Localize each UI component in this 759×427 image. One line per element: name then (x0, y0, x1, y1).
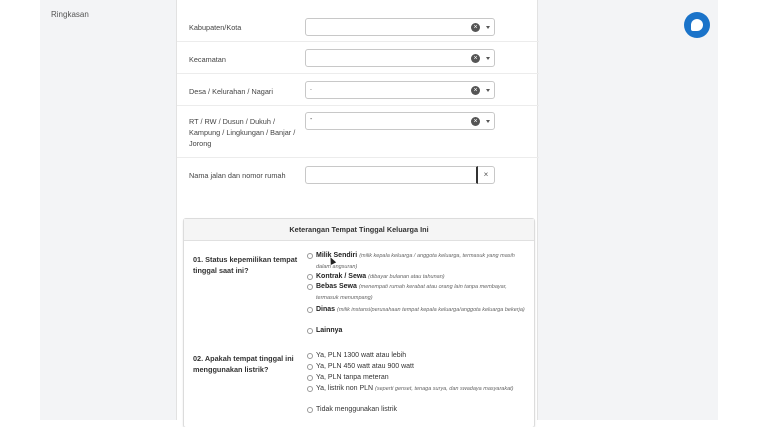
q2-option-note: (seperti genset, tenaga surya, dan swada… (375, 386, 514, 392)
form-row-kecamatan: Kecamatan × (177, 42, 539, 74)
street-clear-button[interactable]: × (478, 166, 495, 184)
q1-option[interactable]: Dinas (milik instansi/perusahaan tempat … (307, 305, 527, 316)
radio-button[interactable] (307, 307, 313, 313)
chat-button[interactable] (684, 12, 710, 38)
radio-button[interactable] (307, 328, 313, 334)
form-row-kabupaten: Kabupaten/Kota × (177, 8, 539, 42)
q1-option[interactable]: Bebas Sewa (menempati rumah kerabat atau… (307, 282, 527, 303)
clear-icon[interactable]: × (471, 117, 480, 126)
street-input[interactable] (305, 166, 478, 184)
q1-option-note: (milik instansi/perusahaan tempat kepala… (337, 307, 525, 313)
kabupaten-label: Kabupaten/Kota (189, 23, 242, 32)
q2-option[interactable]: Ya, PLN 1300 watt atau lebih (307, 351, 527, 361)
q1-option-note: (dibayar bulanan atau tahunan) (368, 274, 445, 280)
q1-option-label: Bebas Sewa (316, 283, 357, 290)
q2-option-label: Ya, PLN 450 watt atau 900 watt (316, 363, 414, 370)
form-row-desa: Desa / Kelurahan / Nagari . × (177, 74, 539, 106)
chevron-down-icon[interactable] (486, 26, 490, 29)
sidebar-item-ringkasan[interactable]: Ringkasan (51, 10, 89, 19)
q1-label: 01. Status kepemilikan tempat tinggal sa… (193, 255, 298, 275)
radio-button[interactable] (307, 284, 313, 290)
q1-option[interactable]: Lainnya (307, 326, 527, 336)
clear-icon[interactable]: × (471, 23, 480, 32)
desa-label: Desa / Kelurahan / Nagari (189, 87, 273, 96)
radio-button[interactable] (307, 386, 313, 392)
kecamatan-label: Kecamatan (189, 55, 226, 64)
q2-option-label: Ya, PLN 1300 watt atau lebih (316, 352, 407, 359)
q1-option-label: Dinas (316, 306, 336, 313)
q1-option-label: Milik Sendiri (316, 252, 358, 259)
rt-rw-value: - (310, 116, 313, 123)
left-margin (0, 0, 40, 427)
q2-option[interactable]: Ya, PLN 450 watt atau 900 watt (307, 362, 527, 372)
kecamatan-select[interactable]: × (305, 49, 495, 67)
app-frame: Ringkasan Kabupaten/Kota × Kecamatan × D… (40, 0, 718, 427)
q1-option-label: Lainnya (316, 327, 343, 334)
street-label: Nama jalan dan nomor rumah (189, 171, 286, 180)
q2-option[interactable]: Ya, listrik non PLN (seperti genset, ten… (307, 384, 527, 395)
form-row-rt-rw: RT / RW / Dusun / Dukuh / Kampung / Ling… (177, 106, 539, 158)
rt-rw-select[interactable]: - × (305, 112, 495, 130)
radio-button[interactable] (307, 407, 313, 413)
q2-option-label: Ya, listrik non PLN (316, 385, 374, 392)
q1-option-label: Kontrak / Sewa (316, 273, 367, 280)
q2-option-label: Ya, PLN tanpa meteran (316, 374, 389, 381)
q2-label: 02. Apakah tempat tinggal ini menggunaka… (193, 354, 294, 374)
q2-option-label: Tidak menggunakan listrik (316, 406, 398, 413)
residence-card: Keterangan Tempat Tinggal Keluarga Ini 0… (183, 218, 535, 427)
rt-rw-label: RT / RW / Dusun / Dukuh / Kampung / Ling… (189, 117, 296, 148)
radio-button[interactable] (307, 364, 313, 370)
radio-button[interactable] (307, 375, 313, 381)
clear-icon[interactable]: × (471, 54, 480, 63)
clear-icon[interactable]: × (471, 86, 480, 95)
q2-option[interactable]: Tidak menggunakan listrik (307, 405, 527, 415)
chevron-down-icon[interactable] (486, 120, 490, 123)
chevron-down-icon[interactable] (486, 89, 490, 92)
radio-button[interactable] (307, 353, 313, 359)
radio-button[interactable] (307, 274, 313, 280)
form-row-street: Nama jalan dan nomor rumah × (177, 158, 539, 206)
chat-icon (691, 19, 703, 31)
right-margin (718, 0, 759, 427)
radio-button[interactable] (307, 253, 313, 259)
q1-option[interactable]: Milik Sendiri (milik kepala keluarga / a… (307, 251, 527, 272)
q2-option[interactable]: Ya, PLN tanpa meteran (307, 373, 527, 383)
chevron-down-icon[interactable] (486, 57, 490, 60)
desa-select[interactable]: . × (305, 81, 495, 99)
main-form: Kabupaten/Kota × Kecamatan × Desa / Kelu… (176, 0, 539, 427)
desa-value: . (310, 85, 312, 92)
kabupaten-select[interactable]: × (305, 18, 495, 36)
q1-option[interactable]: Kontrak / Sewa (dibayar bulanan atau tah… (307, 272, 527, 283)
residence-card-title: Keterangan Tempat Tinggal Keluarga Ini (184, 219, 534, 241)
